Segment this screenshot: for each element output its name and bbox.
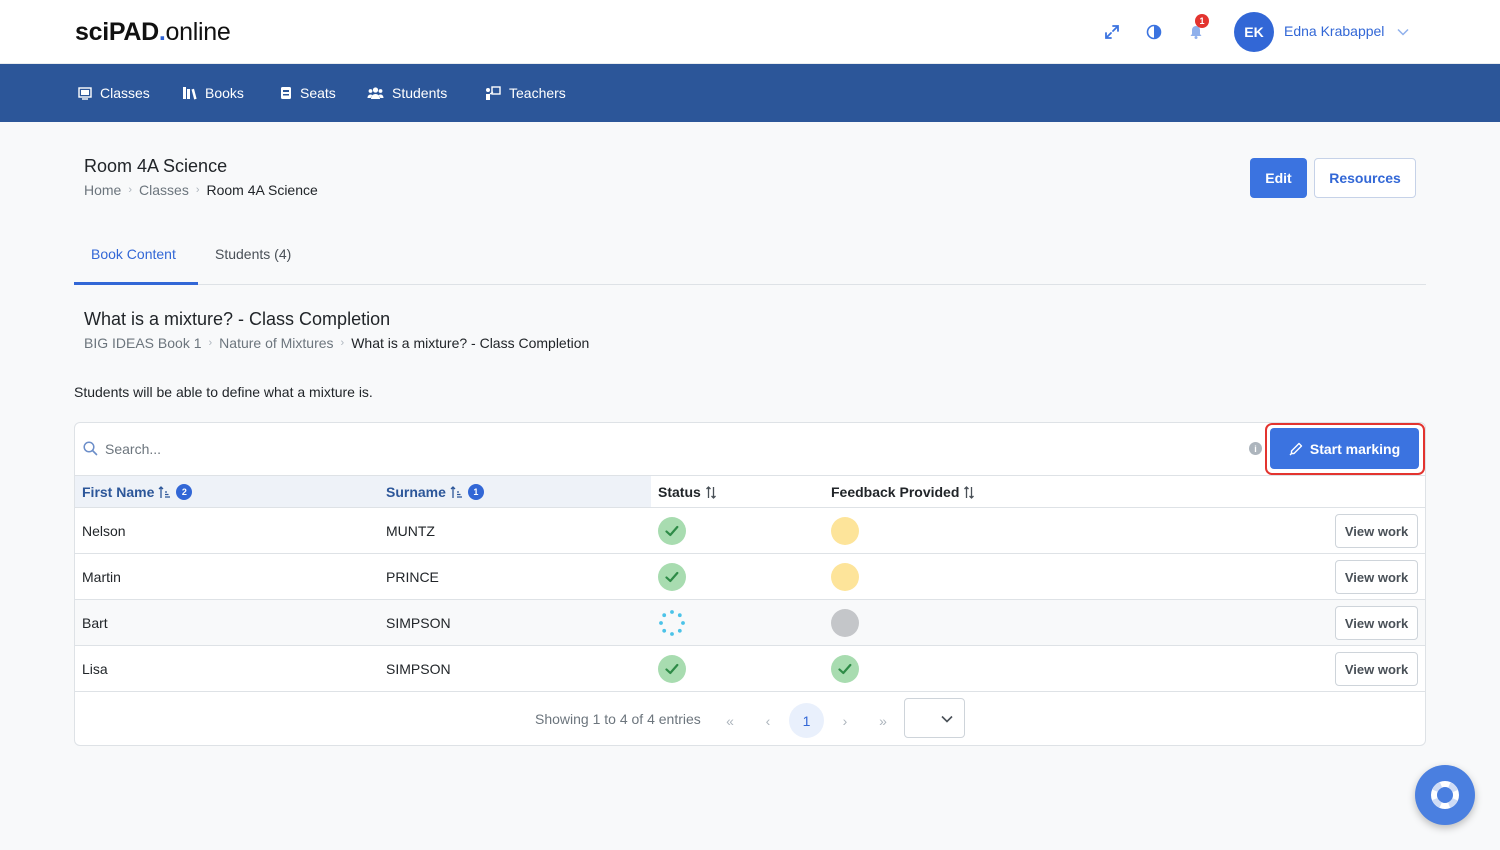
resources-button[interactable]: Resources bbox=[1314, 158, 1416, 198]
page-size-select[interactable] bbox=[904, 698, 965, 738]
sort-both-icon bbox=[964, 485, 975, 499]
pen-icon bbox=[1289, 442, 1303, 455]
section-title: What is a mixture? - Class Completion bbox=[84, 309, 391, 329]
tabs-divider bbox=[74, 284, 1426, 285]
surname-cell: SIMPSON bbox=[386, 661, 451, 677]
first-name-cell: Bart bbox=[82, 615, 108, 631]
surname-cell: SIMPSON bbox=[386, 615, 451, 631]
help-lifebuoy-button[interactable] bbox=[1415, 765, 1475, 825]
breadcrumb-current-lesson: What is a mixture? - Class Completion bbox=[351, 335, 590, 351]
classes-icon bbox=[78, 87, 92, 100]
section-breadcrumb: BIG IDEAS Book 1 › Nature of Mixtures › … bbox=[84, 335, 589, 351]
tab-students[interactable]: Students (4) bbox=[215, 246, 291, 262]
table-row: Martin PRINCE View work bbox=[75, 554, 1425, 600]
breadcrumb-current: Room 4A Science bbox=[206, 182, 318, 198]
table-row: Nelson MUNTZ View work bbox=[75, 508, 1425, 554]
view-work-button[interactable]: View work bbox=[1335, 514, 1418, 548]
active-tab-indicator bbox=[74, 282, 198, 285]
pagination-summary: Showing 1 to 4 of 4 entries bbox=[535, 711, 701, 727]
breadcrumb-book[interactable]: BIG IDEAS Book 1 bbox=[84, 335, 202, 351]
teachers-icon bbox=[486, 85, 501, 100]
chevron-right-icon: › bbox=[208, 337, 213, 349]
breadcrumb-topic[interactable]: Nature of Mixtures bbox=[219, 335, 333, 351]
search-input[interactable] bbox=[105, 437, 605, 461]
breadcrumb-home[interactable]: Home bbox=[84, 182, 121, 198]
main-nav: Classes Books Seats Students Teachers bbox=[0, 64, 1500, 122]
surname-cell: MUNTZ bbox=[386, 523, 435, 539]
chevron-right-icon: › bbox=[128, 184, 133, 196]
breadcrumb: Home › Classes › Room 4A Science bbox=[84, 182, 318, 198]
edit-button[interactable]: Edit bbox=[1250, 158, 1307, 198]
contrast-icon[interactable] bbox=[1144, 22, 1164, 42]
status-complete-icon bbox=[658, 655, 686, 683]
brand-logo[interactable]: sciPAD.online bbox=[75, 18, 231, 47]
first-name-cell: Martin bbox=[82, 569, 121, 585]
tab-book-content[interactable]: Book Content bbox=[91, 246, 176, 262]
page-1-button[interactable]: 1 bbox=[789, 703, 824, 738]
students-icon bbox=[367, 87, 384, 99]
nav-item-teachers[interactable]: Teachers bbox=[485, 84, 566, 102]
column-first-name[interactable]: First Name 2 bbox=[82, 484, 193, 500]
nav-item-students[interactable]: Students bbox=[367, 84, 447, 102]
first-name-cell: Lisa bbox=[82, 661, 108, 677]
feedback-pending-icon bbox=[831, 517, 859, 545]
sort-both-icon bbox=[705, 485, 716, 499]
status-complete-icon bbox=[658, 517, 686, 545]
column-feedback[interactable]: Feedback Provided bbox=[831, 484, 975, 500]
column-surname[interactable]: Surname 1 bbox=[386, 484, 484, 500]
sort-ascending-icon bbox=[158, 485, 171, 498]
table-header: First Name 2 Surname 1 Status Feedback P… bbox=[75, 475, 1425, 508]
nav-item-seats[interactable]: Seats bbox=[280, 84, 336, 102]
lifebuoy-icon bbox=[1431, 781, 1459, 809]
table-row: Lisa SIMPSON View work bbox=[75, 646, 1425, 692]
first-name-cell: Nelson bbox=[82, 523, 126, 539]
nav-item-books[interactable]: Books bbox=[182, 84, 244, 102]
sort-priority-badge: 2 bbox=[176, 484, 193, 500]
books-icon bbox=[183, 87, 197, 100]
learning-objective: Students will be able to define what a m… bbox=[74, 384, 373, 400]
avatar[interactable]: EK bbox=[1234, 12, 1274, 52]
start-marking-button[interactable]: Start marking bbox=[1270, 428, 1419, 469]
sort-priority-badge: 1 bbox=[467, 484, 484, 500]
column-status[interactable]: Status bbox=[658, 484, 717, 500]
chevron-down-icon bbox=[941, 715, 953, 723]
page-title: Room 4A Science bbox=[84, 156, 228, 176]
chevron-right-icon: › bbox=[195, 184, 200, 196]
view-work-button[interactable]: View work bbox=[1335, 560, 1418, 594]
chevron-down-icon[interactable] bbox=[1396, 25, 1410, 44]
info-icon[interactable]: i bbox=[1249, 442, 1262, 455]
last-page-button[interactable]: » bbox=[867, 705, 899, 737]
first-page-button[interactable]: « bbox=[714, 705, 746, 737]
status-in-progress-icon bbox=[658, 609, 686, 637]
fullscreen-icon[interactable] bbox=[1102, 22, 1122, 42]
seats-icon bbox=[281, 87, 291, 99]
previous-page-button[interactable]: ‹ bbox=[752, 705, 784, 737]
chevron-right-icon: › bbox=[340, 337, 345, 349]
sort-ascending-icon bbox=[450, 485, 462, 498]
search-icon bbox=[83, 441, 98, 461]
feedback-none-icon bbox=[831, 609, 859, 637]
completion-table-card: i Start marking First Name 2 Surname 1 S… bbox=[74, 422, 1426, 746]
next-page-button[interactable]: › bbox=[829, 705, 861, 737]
table-row: Bart SIMPSON View work bbox=[75, 600, 1425, 646]
nav-item-classes[interactable]: Classes bbox=[78, 84, 150, 102]
feedback-pending-icon bbox=[831, 563, 859, 591]
notification-count-badge: 1 bbox=[1195, 14, 1209, 28]
view-work-button[interactable]: View work bbox=[1335, 606, 1418, 640]
user-name[interactable]: Edna Krabappel bbox=[1284, 23, 1384, 39]
feedback-complete-icon bbox=[831, 655, 859, 683]
surname-cell: PRINCE bbox=[386, 569, 439, 585]
breadcrumb-classes[interactable]: Classes bbox=[139, 182, 189, 198]
view-work-button[interactable]: View work bbox=[1335, 652, 1418, 686]
top-header: sciPAD.online 1 EK Edna Krabappel bbox=[0, 0, 1500, 64]
status-complete-icon bbox=[658, 563, 686, 591]
